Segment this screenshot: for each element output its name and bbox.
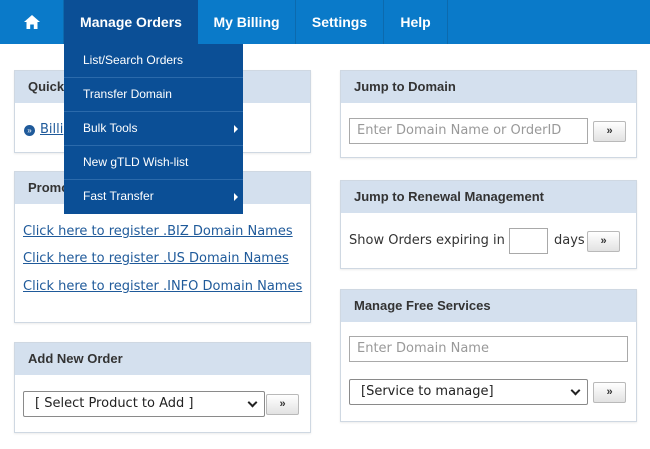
- menu-item-label: Bulk Tools: [83, 121, 138, 135]
- expiry-days-input[interactable]: [509, 228, 548, 254]
- nav-help[interactable]: Help: [384, 0, 448, 44]
- chevron-down-icon: [247, 397, 258, 408]
- add-order-go-button[interactable]: »: [266, 394, 299, 415]
- promo-link-info[interactable]: Click here to register .INFO Domain Name…: [23, 279, 302, 294]
- nav-home[interactable]: [0, 0, 64, 44]
- add-new-order-panel: Add New Order [ Select Product to Add ] …: [14, 342, 311, 433]
- menu-item-label: New gTLD Wish-list: [83, 155, 189, 169]
- chevron-down-icon: [570, 385, 581, 396]
- free-service-domain-input[interactable]: Enter Domain Name: [349, 336, 628, 362]
- free-services-go-button[interactable]: »: [593, 382, 626, 403]
- top-navigation: Manage Orders My Billing Settings Help: [0, 0, 650, 44]
- nav-settings[interactable]: Settings: [296, 0, 384, 44]
- free-services-panel: Manage Free Services Enter Domain Name […: [340, 289, 637, 422]
- renewal-management-panel: Jump to Renewal Management Show Orders e…: [340, 180, 637, 269]
- menu-item-bulk-tools[interactable]: Bulk Tools: [64, 112, 243, 146]
- arrow-bullet-icon: »: [24, 125, 35, 136]
- menu-item-label: List/Search Orders: [83, 53, 184, 67]
- nav-manage-orders[interactable]: Manage Orders: [64, 0, 198, 44]
- free-service-domain-placeholder: Enter Domain Name: [357, 341, 489, 356]
- service-select[interactable]: [Service to manage]: [349, 379, 588, 405]
- product-select-value: [ Select Product to Add ]: [35, 396, 194, 411]
- promo-link-us[interactable]: Click here to register .US Domain Names: [23, 251, 289, 266]
- jump-domain-go-button[interactable]: »: [593, 121, 626, 142]
- promo-link-biz[interactable]: Click here to register .BIZ Domain Names: [23, 224, 293, 239]
- menu-item-transfer-domain[interactable]: Transfer Domain: [64, 78, 243, 112]
- renewal-go-button[interactable]: »: [587, 231, 620, 252]
- panel-title: Manage Free Services: [341, 290, 636, 322]
- chevron-right-icon: [234, 193, 238, 201]
- menu-item-label: Fast Transfer: [83, 189, 154, 203]
- home-icon: [24, 15, 40, 29]
- service-select-value: [Service to manage]: [361, 384, 494, 399]
- product-select[interactable]: [ Select Product to Add ]: [23, 391, 265, 417]
- menu-item-new-gtld-wishlist[interactable]: New gTLD Wish-list: [64, 146, 243, 180]
- menu-item-fast-transfer[interactable]: Fast Transfer: [64, 180, 243, 214]
- jump-to-domain-panel: Jump to Domain Enter Domain Name or Orde…: [340, 70, 637, 158]
- chevron-right-icon: [234, 125, 238, 133]
- panel-title: Add New Order: [15, 343, 310, 375]
- menu-item-label: Transfer Domain: [83, 87, 172, 101]
- nav-my-billing[interactable]: My Billing: [198, 0, 296, 44]
- renewal-prefix-label: Show Orders expiring in: [349, 233, 505, 248]
- panel-title: Jump to Renewal Management: [341, 181, 636, 213]
- menu-item-list-search-orders[interactable]: List/Search Orders: [64, 44, 243, 78]
- manage-orders-dropdown: List/Search Orders Transfer Domain Bulk …: [64, 44, 243, 214]
- renewal-suffix-label: days: [554, 233, 585, 248]
- domain-search-placeholder: Enter Domain Name or OrderID: [357, 123, 562, 138]
- domain-search-input[interactable]: Enter Domain Name or OrderID: [349, 118, 588, 144]
- panel-title: Jump to Domain: [341, 71, 636, 103]
- billing-link[interactable]: Billi: [40, 122, 63, 137]
